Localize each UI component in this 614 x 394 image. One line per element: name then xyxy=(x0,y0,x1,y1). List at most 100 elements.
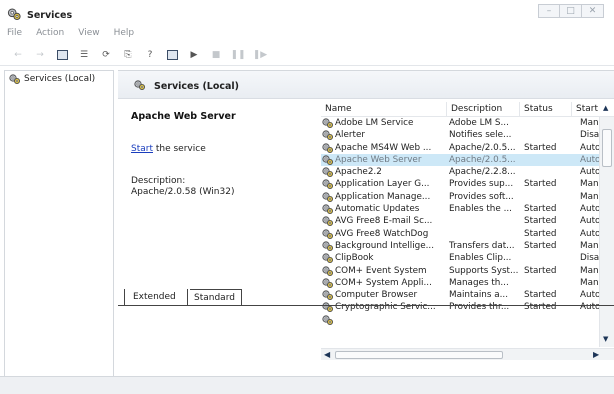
service-gear-icon xyxy=(322,241,333,251)
properties-icon[interactable]: ☰ xyxy=(78,49,90,61)
menu-action[interactable]: Action xyxy=(36,28,64,42)
service-name-cell: Apache MS4W Web ... xyxy=(335,142,432,153)
column-header-description[interactable]: Description xyxy=(447,102,520,116)
console-tree: Services (Local) xyxy=(4,70,114,390)
close-button[interactable]: ✕ xyxy=(582,4,604,18)
help-icon[interactable]: ? xyxy=(144,49,156,61)
scroll-left-icon[interactable]: ◀ xyxy=(324,349,330,361)
service-row[interactable]: Application Layer G... Provides sup... Sta… xyxy=(321,178,599,190)
tree-item-services-local[interactable]: Services (Local) xyxy=(9,74,95,84)
service-description-cell: Adobe LM S... xyxy=(449,118,509,128)
service-startup-cell: Auto xyxy=(580,204,599,215)
scroll-up-icon[interactable]: ▲ xyxy=(603,104,608,112)
stop-service-icon[interactable]: ■ xyxy=(210,49,222,61)
services-rows: Adobe LM Service Adobe LM S... Man Alerter N… xyxy=(321,117,599,342)
services-gear-icon xyxy=(134,80,145,90)
column-header-status-label: Status xyxy=(524,104,553,114)
service-name-cell: Alerter xyxy=(335,130,365,141)
service-row[interactable]: Apache Web Server Apache/2.0.5... Auto xyxy=(321,153,599,167)
status-bar xyxy=(0,376,614,394)
service-gear-icon xyxy=(322,167,333,178)
service-description-cell: Apache/2.0.5... xyxy=(449,142,516,153)
column-header-status[interactable]: Status xyxy=(520,102,572,116)
window-title: Services xyxy=(27,10,73,21)
minimize-button[interactable]: – xyxy=(538,4,560,18)
service-description-cell: Manages th... xyxy=(449,277,509,288)
column-header-name[interactable]: Name xyxy=(321,102,447,116)
service-name-cell: Application Layer G... xyxy=(335,179,430,190)
service-startup-cell: Auto xyxy=(580,142,599,153)
service-row[interactable]: Computer Browser Maintains a... Started Aut… xyxy=(321,289,599,301)
scroll-right-icon[interactable]: ▶ xyxy=(593,349,599,361)
pane-header: Services (Local) xyxy=(118,71,614,99)
restart-service-icon[interactable]: ❚▶ xyxy=(253,49,267,61)
service-row[interactable]: COM+ Event System Supports Syst... Started… xyxy=(321,265,599,277)
show-hide-action-pane-icon[interactable] xyxy=(166,49,178,61)
service-name-cell: Adobe LM Service xyxy=(335,118,414,128)
service-startup-cell: Man xyxy=(580,265,599,276)
service-row[interactable] xyxy=(321,314,599,326)
pause-service-icon[interactable]: ❚❚ xyxy=(230,49,245,61)
service-description-cell: Enables the ... xyxy=(449,204,512,215)
service-row[interactable]: Background Intellige... Transfers dat... S… xyxy=(321,240,599,252)
column-header-startup-type[interactable]: Start xyxy=(572,102,599,116)
services-list: Name Description Status Start Adobe LM S… xyxy=(321,102,614,360)
service-row[interactable]: COM+ System Appli... Manages th... Man xyxy=(321,277,599,289)
tab-standard[interactable]: Standard xyxy=(190,289,242,305)
vertical-scroll-thumb[interactable] xyxy=(602,129,612,167)
service-name-cell: Cryptographic Servic... xyxy=(335,302,436,313)
service-startup-cell: Disal xyxy=(580,130,599,141)
services-gear-icon xyxy=(9,74,20,84)
service-row[interactable]: AVG Free8 WatchDog Started Auto xyxy=(321,228,599,240)
service-row[interactable]: Apache MS4W Web ... Apache/2.0.5... Starte… xyxy=(321,142,599,154)
maximize-button[interactable]: □ xyxy=(560,4,582,18)
refresh-icon[interactable]: ⟳ xyxy=(100,49,112,61)
service-name-cell: COM+ System Appli... xyxy=(335,277,432,288)
service-name-cell: Apache2.2 xyxy=(335,167,382,178)
service-row[interactable]: AVG Free8 E-mail Sc... Started Auto xyxy=(321,215,599,227)
service-row[interactable]: Application Manage... Provides soft... Man xyxy=(321,191,599,203)
service-row[interactable]: Cryptographic Servic... Provides thr... St… xyxy=(321,301,599,313)
service-startup-cell: Man xyxy=(580,191,599,202)
back-arrow-icon[interactable]: ← xyxy=(12,49,24,61)
service-gear-icon xyxy=(322,278,333,288)
service-status-cell: Started xyxy=(524,302,557,313)
service-name-cell: Automatic Updates xyxy=(335,204,420,215)
start-service-icon[interactable]: ▶ xyxy=(188,49,200,61)
menu-bar: File Action View Help xyxy=(0,28,134,42)
column-header-name-label: Name xyxy=(325,104,352,114)
service-action-suffix: the service xyxy=(153,144,206,154)
service-status-cell: Started xyxy=(524,265,557,276)
service-gear-icon xyxy=(322,204,333,215)
service-name-cell: Application Manage... xyxy=(335,191,431,202)
scroll-down-icon[interactable]: ▼ xyxy=(603,335,608,343)
horizontal-scroll-thumb[interactable] xyxy=(335,351,503,359)
tab-extended[interactable]: Extended xyxy=(124,289,188,305)
service-gear-icon xyxy=(322,253,333,264)
toolbar-divider xyxy=(0,65,614,66)
menu-view[interactable]: View xyxy=(78,28,99,42)
forward-arrow-icon[interactable]: → xyxy=(34,49,46,61)
service-gear-icon xyxy=(322,118,333,128)
services-window: Services – □ ✕ File Action View Help ← →… xyxy=(0,0,614,394)
service-row[interactable]: Adobe LM Service Adobe LM S... Man xyxy=(321,117,599,129)
horizontal-scrollbar[interactable]: ◀ ▶ xyxy=(321,348,614,360)
service-row[interactable]: Alerter Notifies sele... Disal xyxy=(321,129,599,141)
service-status-cell: Started xyxy=(524,240,557,251)
service-row[interactable]: Automatic Updates Enables the ... Started A… xyxy=(321,203,599,215)
export-list-icon[interactable]: ⎘ xyxy=(122,49,134,61)
service-name-cell: Computer Browser xyxy=(335,290,418,301)
service-startup-cell: Man xyxy=(580,118,599,128)
minimize-icon: – xyxy=(546,6,552,16)
show-hide-console-tree-icon[interactable] xyxy=(56,49,68,61)
service-row[interactable]: ClipBook Enables Clip... Disal xyxy=(321,252,599,264)
menu-file[interactable]: File xyxy=(7,28,22,42)
tree-item-label: Services (Local) xyxy=(24,74,96,84)
vertical-scrollbar[interactable]: ▲ ▼ xyxy=(599,104,614,347)
service-description-cell: Provides sup... xyxy=(449,179,514,190)
service-gear-icon xyxy=(322,179,333,190)
menu-help[interactable]: Help xyxy=(114,28,135,42)
start-service-link[interactable]: Start xyxy=(131,144,153,154)
service-row[interactable]: Apache2.2 Apache/2.2.8... Auto xyxy=(321,166,599,178)
service-description-cell: Enables Clip... xyxy=(449,253,512,264)
